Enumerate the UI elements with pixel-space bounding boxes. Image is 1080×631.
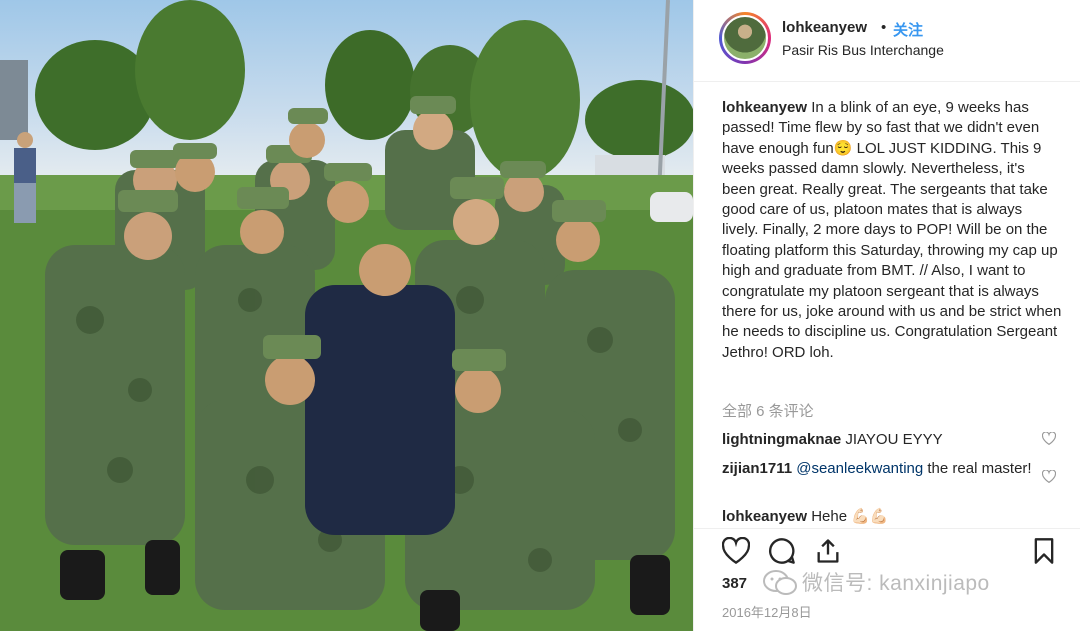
post-username[interactable]: lohkeanyew xyxy=(782,19,867,36)
watermark: 微信号: kanxinjiapo xyxy=(802,572,990,595)
comment-icon[interactable] xyxy=(768,537,796,565)
post-location[interactable]: Pasir Ris Bus Interchange xyxy=(782,42,944,58)
comment-like-heart-icon[interactable] xyxy=(1042,470,1056,483)
comment-mention[interactable]: @seanleekwanting xyxy=(796,460,923,477)
caption-username[interactable]: lohkeanyew xyxy=(722,99,807,116)
caption-text: In a blink of an eye, 9 weeks has passed… xyxy=(722,99,1062,361)
post-sidebar: lohkeanyew • 关注 Pasir Ris Bus Interchang… xyxy=(693,0,1080,631)
comment-username[interactable]: lightningmaknae xyxy=(722,431,841,448)
post-date[interactable]: 2016年12月8日 xyxy=(722,602,812,621)
comment-text: Hehe 💪🏻💪🏻 xyxy=(811,508,889,525)
comment-username[interactable]: zijian1711 xyxy=(722,460,792,477)
comment-item: zijian1711 @seanleekwanting the real mas… xyxy=(722,458,1032,479)
comment-item: lightningmaknae JIAYOU EYYY xyxy=(722,429,1032,450)
post-actions-bar: 387 微信号: kanxinjiapo 2016年12月8日 xyxy=(694,528,1080,631)
comment-text: the real master! xyxy=(927,460,1032,477)
avatar-story-ring[interactable] xyxy=(719,12,771,64)
comment-item: lohkeanyew Hehe 💪🏻💪🏻 xyxy=(722,506,1032,527)
bookmark-icon[interactable] xyxy=(1030,537,1058,565)
view-all-comments-link[interactable]: 全部 6 条评论 xyxy=(722,400,814,421)
post-header: lohkeanyew • 关注 Pasir Ris Bus Interchang… xyxy=(694,0,1080,82)
group-photo-illustration xyxy=(0,0,693,631)
separator-dot: • xyxy=(881,19,887,36)
share-icon[interactable] xyxy=(814,537,842,565)
likes-count[interactable]: 387 xyxy=(722,575,747,592)
post-photo xyxy=(0,0,693,631)
post-caption: lohkeanyew In a blink of an eye, 9 weeks… xyxy=(722,98,1062,363)
follow-button[interactable]: 关注 xyxy=(893,19,923,40)
heart-icon[interactable] xyxy=(722,537,750,565)
wechat-logo-icon xyxy=(763,570,797,595)
comment-username[interactable]: lohkeanyew xyxy=(722,508,807,525)
avatar[interactable] xyxy=(722,15,768,61)
comment-text: JIAYOU EYYY xyxy=(845,431,943,448)
comment-like-heart-icon[interactable] xyxy=(1042,432,1056,445)
